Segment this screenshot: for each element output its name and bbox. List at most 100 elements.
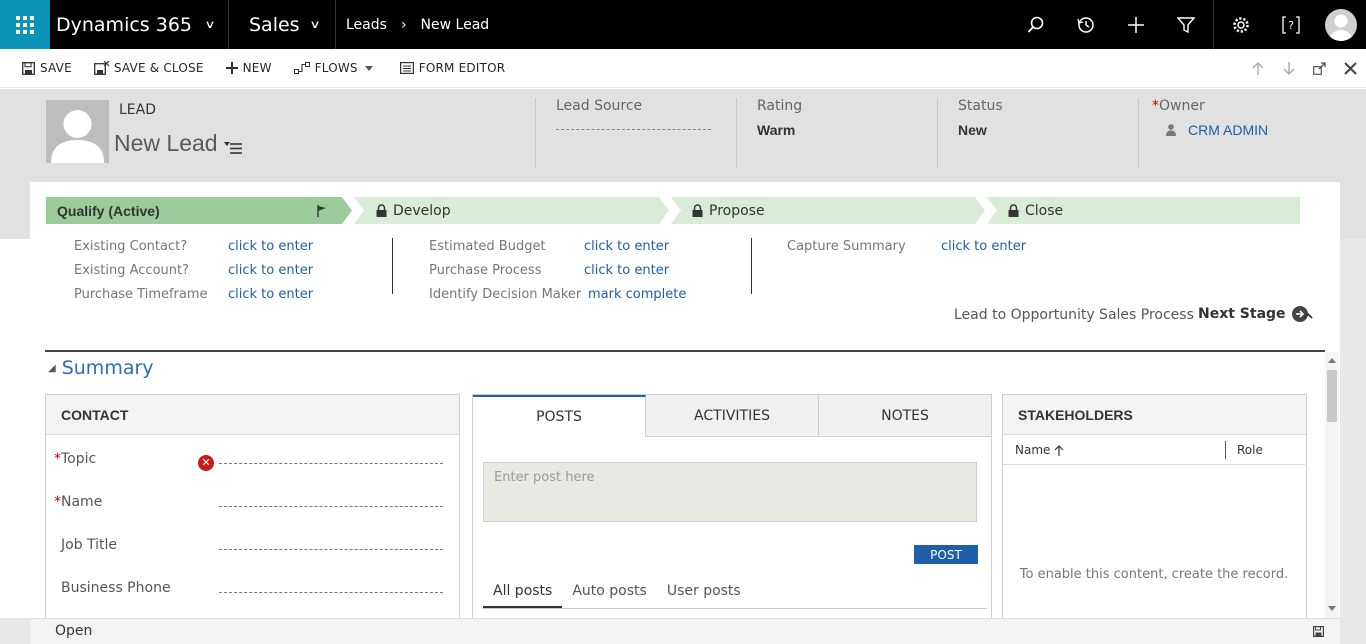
column-divider[interactable] [1225, 441, 1226, 459]
column-role-header[interactable]: Role [1237, 443, 1263, 457]
flows-button[interactable]: FLOWS [293, 61, 378, 75]
summary-title: Summary [61, 357, 154, 379]
header-field-rating: Rating Warm [736, 98, 802, 168]
owner-label: *Owner [1152, 98, 1205, 114]
tab-user-posts[interactable]: User posts [657, 579, 751, 608]
form-editor-button[interactable]: FORM EDITOR [399, 61, 506, 75]
record-image[interactable] [46, 100, 109, 163]
step-estimated-budget-value[interactable]: click to enter [584, 239, 669, 254]
step-capture-summary-value[interactable]: click to enter [941, 239, 1026, 254]
stage-flag[interactable] [317, 197, 327, 224]
column-name-header[interactable]: Name [1015, 443, 1064, 457]
next-stage-button[interactable]: Next Stage [1198, 306, 1308, 322]
header-field-lead-source[interactable]: Lead Source [535, 98, 711, 168]
scroll-up-icon [1328, 358, 1336, 363]
status-footer: Open [30, 618, 1340, 644]
post-input[interactable]: Enter post here [483, 462, 977, 522]
step-existing-account-value[interactable]: click to enter [228, 263, 313, 278]
filter-icon [1177, 16, 1195, 33]
owner-value[interactable]: CRM ADMIN [1188, 122, 1268, 138]
plus-icon [1128, 16, 1144, 33]
create-button[interactable] [1111, 0, 1161, 49]
close-button[interactable] [1335, 49, 1366, 88]
filter-button[interactable] [1161, 0, 1211, 49]
flag-icon [317, 204, 326, 217]
app-name: Sales [249, 13, 300, 36]
footer-save-button[interactable] [1313, 625, 1325, 641]
breadcrumb-new-lead[interactable]: New Lead [421, 17, 490, 33]
topic-input[interactable] [219, 463, 443, 464]
save-icon [22, 61, 35, 75]
field-topic[interactable]: *Topic ✕ [46, 451, 460, 481]
tab-all-posts[interactable]: All posts [483, 579, 563, 608]
app-launcher-button[interactable] [0, 0, 50, 49]
job-title-input[interactable] [219, 549, 443, 550]
lock-icon [692, 204, 703, 217]
previous-record-button[interactable] [1242, 49, 1273, 88]
business-phone-input[interactable] [219, 592, 443, 593]
pop-out-button[interactable] [1304, 49, 1335, 88]
chevron-down-icon: ∨ [204, 18, 216, 31]
user-profile-button[interactable] [1316, 0, 1366, 49]
tab-posts[interactable]: POSTS [473, 395, 646, 437]
business-process-flow: Qualify (Active) Develop Propose Close [46, 197, 1300, 224]
step-purchase-process-value[interactable]: click to enter [584, 263, 669, 278]
tab-notes[interactable]: NOTES [819, 395, 991, 437]
page-margin [1340, 239, 1366, 644]
step-purchase-timeframe-value[interactable]: click to enter [228, 287, 313, 302]
lead-source-value[interactable] [556, 120, 711, 130]
rating-value: Warm [757, 122, 796, 138]
stage-propose[interactable]: Propose [692, 197, 765, 224]
topic-label: *Topic [54, 451, 97, 467]
chevron-right-icon: › [400, 16, 407, 33]
chevron-up-icon [1303, 312, 1313, 319]
summary-tab-header[interactable]: ◢ Summary [48, 357, 154, 379]
lock-icon [376, 204, 387, 217]
save-button[interactable]: SAVE [22, 61, 72, 75]
collapse-process-button[interactable] [1302, 307, 1314, 326]
save-and-close-button[interactable]: SAVE & CLOSE [93, 61, 204, 75]
tab-auto-posts[interactable]: Auto posts [562, 579, 656, 608]
required-marker: * [1152, 98, 1159, 114]
settings-button[interactable] [1216, 0, 1266, 49]
stage-qualify[interactable]: Qualify (Active) [57, 197, 160, 224]
vertical-scrollbar[interactable] [1325, 352, 1339, 618]
step-existing-contact-value[interactable]: click to enter [228, 239, 313, 254]
owner-lookup[interactable]: CRM ADMIN [1152, 122, 1268, 138]
breadcrumb-leads[interactable]: Leads [346, 17, 387, 33]
steps-divider [392, 238, 393, 294]
post-button[interactable]: POST [914, 545, 978, 564]
field-business-phone[interactable]: Business Phone [46, 580, 460, 610]
next-stage-label: Next Stage [1198, 306, 1286, 322]
person-placeholder-icon [51, 110, 104, 163]
form-selector-button[interactable] [224, 139, 242, 158]
rating-label: Rating [757, 98, 803, 114]
next-record-button[interactable] [1273, 49, 1304, 88]
lock-icon [1008, 204, 1019, 217]
field-job-title[interactable]: Job Title [46, 537, 460, 567]
command-bar: SAVE SAVE & CLOSE NEW FLOWS FORM EDITOR [0, 49, 1366, 88]
header-field-status: Status New [937, 98, 1003, 168]
recent-button[interactable] [1061, 0, 1111, 49]
scrollbar-thumb[interactable] [1327, 370, 1337, 422]
brand-switcher[interactable]: Dynamics 365 ∨ [50, 0, 229, 49]
app-switcher[interactable]: Sales ∨ [229, 0, 336, 49]
stakeholders-section: STAKEHOLDERS Name Role To enable this co… [1002, 394, 1307, 624]
page-margin [0, 618, 30, 644]
collapse-triangle-icon: ◢ [48, 362, 56, 374]
save-icon [1313, 626, 1325, 638]
name-label: *Name [54, 494, 103, 510]
name-input[interactable] [219, 506, 443, 507]
stage-close[interactable]: Close [1008, 197, 1063, 224]
save-close-icon [93, 61, 109, 75]
search-button[interactable] [1011, 0, 1061, 49]
tab-activities[interactable]: ACTIVITIES [646, 395, 819, 437]
step-identify-decision-maker-value[interactable]: mark complete [588, 287, 686, 302]
stage-close-label: Close [1025, 202, 1064, 219]
help-button[interactable]: ? [1266, 0, 1316, 49]
new-button[interactable]: NEW [225, 61, 272, 75]
field-name[interactable]: *Name [46, 494, 460, 524]
stage-develop[interactable]: Develop [376, 197, 451, 224]
flows-label: FLOWS [314, 61, 358, 75]
arrow-up-icon [1252, 62, 1263, 75]
